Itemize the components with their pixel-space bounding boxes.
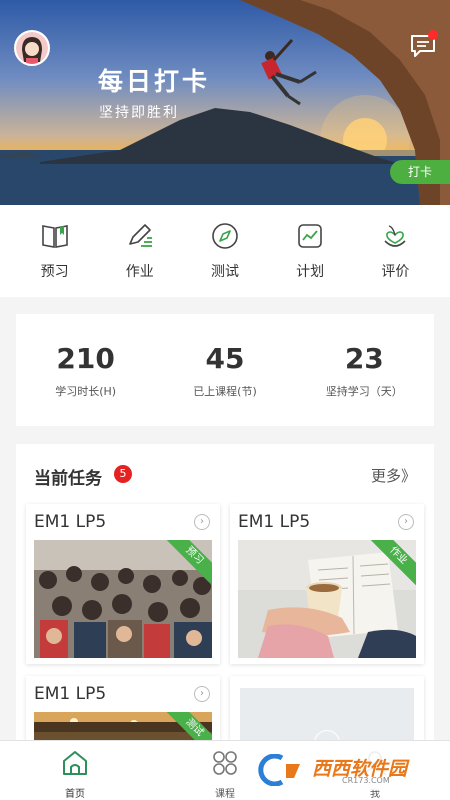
nav-label: 作业 xyxy=(125,264,154,280)
task-card[interactable]: EM1 LP5 › 测试 xyxy=(26,676,220,744)
task-card-title: EM1 LP5 xyxy=(34,684,107,704)
nav-label: 计划 xyxy=(296,264,325,280)
task-card-title: EM1 LP5 xyxy=(34,512,107,532)
chart-icon xyxy=(298,224,322,248)
nav-label: 预习 xyxy=(40,264,69,280)
stat-value: 45 xyxy=(205,341,245,375)
stats-panel: 210 学习时长(H) 45 已上课程(节) 23 坚持学习（天） xyxy=(16,314,434,426)
more-link[interactable]: 更多》 xyxy=(371,465,416,486)
nav-label: 测试 xyxy=(210,264,239,280)
crowd-photo: 预习 xyxy=(34,540,212,658)
nav-item-plan[interactable]: 计划 xyxy=(275,221,345,281)
stat-value: 210 xyxy=(56,341,115,375)
stat-value: 23 xyxy=(344,341,384,375)
nav-label: 评价 xyxy=(381,264,410,280)
book-icon xyxy=(41,225,68,248)
nav-item-preview[interactable]: 预习 xyxy=(20,221,90,281)
home-icon xyxy=(63,751,87,775)
grid-icon xyxy=(213,751,237,775)
reading-coffee-photo: 作业 xyxy=(238,540,416,658)
nav-item-test[interactable]: 测试 xyxy=(190,221,260,281)
checkin-button[interactable]: 打卡 xyxy=(390,160,450,184)
task-card-title: EM1 LP5 xyxy=(238,512,311,532)
tab-home[interactable]: 首页 xyxy=(35,749,115,800)
hero-banner: 每日打卡 坚持即胜利 打卡 xyxy=(0,0,450,205)
tasks-count-badge: 5 xyxy=(114,465,132,483)
arrow-right-icon[interactable]: › xyxy=(194,686,210,702)
site-watermark: 西西软件园 CR173.COM xyxy=(250,750,430,790)
nav-item-review[interactable]: 评价 xyxy=(360,221,430,281)
feature-nav: 预习 作业 测试 计划 评价 xyxy=(0,205,450,297)
current-tasks-panel: 当前任务 5 更多》 EM1 LP5 › 预习 EM1 LP5 › 作业 EM1… xyxy=(16,444,434,744)
tab-label: 首页 xyxy=(65,789,85,800)
task-card-placeholder[interactable]: → xyxy=(230,676,424,744)
stat-caption: 坚持学习（天） xyxy=(325,384,403,398)
stat-lessons: 45 已上课程(节) xyxy=(165,342,285,399)
task-card[interactable]: EM1 LP5 › 预习 xyxy=(26,504,220,664)
pencil-icon xyxy=(128,224,152,247)
unread-dot xyxy=(428,30,438,40)
compass-icon xyxy=(212,223,238,249)
arrow-right-icon[interactable]: › xyxy=(398,514,414,530)
stat-streak-days: 23 坚持学习（天） xyxy=(304,342,424,399)
task-card[interactable]: EM1 LP5 › 作业 xyxy=(230,504,424,664)
heart-sprout-icon xyxy=(384,225,406,247)
avatar-icon xyxy=(16,32,48,64)
stat-study-hours: 210 学习时长(H) xyxy=(26,342,146,399)
hero-subtitle: 坚持即胜利 xyxy=(99,105,179,121)
watermark-url: CR173.COM xyxy=(342,776,390,785)
watermark-logo-icon xyxy=(258,754,300,786)
stat-caption: 学习时长(H) xyxy=(55,384,117,398)
stat-caption: 已上课程(节) xyxy=(193,384,257,398)
hero-title: 每日打卡 xyxy=(98,67,211,96)
arrow-right-icon[interactable]: › xyxy=(194,514,210,530)
tasks-title: 当前任务 xyxy=(34,469,102,489)
tasks-header: 当前任务 5 更多》 xyxy=(16,444,434,502)
hero-landscape-image xyxy=(0,0,450,205)
user-avatar[interactable] xyxy=(14,30,50,66)
nav-item-homework[interactable]: 作业 xyxy=(105,221,175,281)
